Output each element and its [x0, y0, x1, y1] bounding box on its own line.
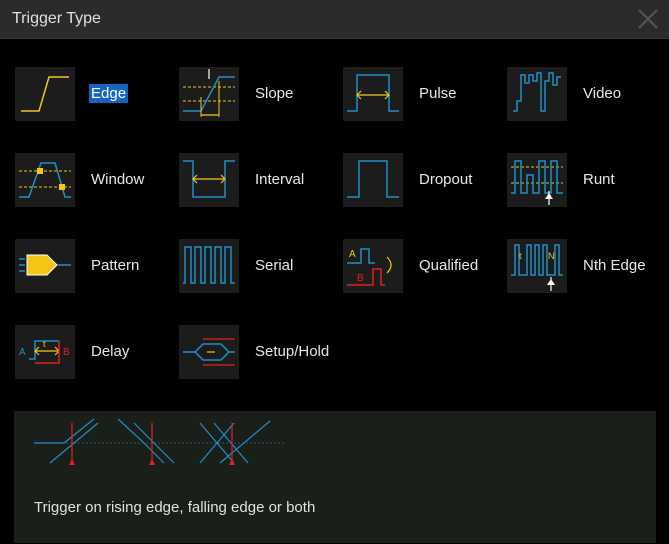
- trigger-option-serial[interactable]: Serial: [179, 239, 339, 293]
- trigger-label: Pulse: [419, 85, 457, 102]
- trigger-label: Nth Edge: [583, 257, 646, 274]
- slope-trigger-icon: [179, 67, 239, 121]
- window-trigger-icon: [15, 153, 75, 207]
- svg-text:A: A: [349, 249, 356, 260]
- trigger-label: Serial: [255, 257, 294, 274]
- trigger-label: Qualified: [419, 257, 479, 274]
- trigger-label: Edge: [89, 84, 129, 103]
- trigger-option-delay[interactable]: A t B Delay: [15, 325, 175, 379]
- edge-trigger-illustration: [34, 418, 284, 465]
- edge-trigger-icon: [15, 67, 75, 121]
- runt-trigger-icon: [507, 153, 567, 207]
- nth-edge-trigger-icon: t N: [507, 239, 567, 293]
- trigger-label: Dropout: [419, 171, 473, 188]
- setup-hold-trigger-icon: [179, 325, 239, 379]
- svg-text:A: A: [19, 347, 26, 358]
- svg-text:N: N: [548, 251, 555, 261]
- trigger-label: Video: [583, 85, 622, 102]
- qualified-trigger-icon: A B: [343, 239, 403, 293]
- description-text: Trigger on rising edge, falling edge or …: [34, 499, 316, 516]
- trigger-label: Delay: [91, 343, 130, 360]
- svg-text:B: B: [357, 273, 364, 284]
- trigger-option-qualified[interactable]: A B Qualified: [343, 239, 503, 293]
- trigger-option-pulse[interactable]: Pulse: [343, 67, 503, 121]
- trigger-label: Pattern: [91, 257, 140, 274]
- trigger-option-interval[interactable]: Interval: [179, 153, 339, 207]
- trigger-option-dropout[interactable]: Dropout: [343, 153, 503, 207]
- svg-text:t: t: [519, 251, 522, 261]
- trigger-option-nth-edge[interactable]: t N Nth Edge: [507, 239, 667, 293]
- serial-trigger-icon: [179, 239, 239, 293]
- svg-text:B: B: [63, 347, 70, 358]
- description-panel: Trigger on rising edge, falling edge or …: [14, 411, 656, 543]
- video-trigger-icon: [507, 67, 567, 121]
- trigger-option-pattern[interactable]: Pattern: [15, 239, 175, 293]
- trigger-option-runt[interactable]: Runt: [507, 153, 667, 207]
- trigger-label: Runt: [583, 171, 615, 188]
- delay-trigger-icon: A t B: [15, 325, 75, 379]
- trigger-label: Interval: [255, 171, 305, 188]
- trigger-option-setup-hold[interactable]: Setup/Hold: [179, 325, 339, 379]
- trigger-option-window[interactable]: Window: [15, 153, 175, 207]
- trigger-option-edge[interactable]: Edge: [15, 67, 175, 121]
- trigger-label: Slope: [255, 85, 294, 102]
- pattern-trigger-icon: [15, 239, 75, 293]
- trigger-label: Window: [91, 171, 145, 188]
- interval-trigger-icon: [179, 153, 239, 207]
- trigger-option-video[interactable]: Video: [507, 67, 667, 121]
- trigger-type-dialog: Trigger Type Edge Slope Pulse Video Wind…: [0, 0, 669, 544]
- dropout-trigger-icon: [343, 153, 403, 207]
- trigger-grid: Edge Slope Pulse Video Window Interval D…: [0, 0, 669, 410]
- trigger-label: Setup/Hold: [255, 343, 330, 360]
- pulse-trigger-icon: [343, 67, 403, 121]
- trigger-option-slope[interactable]: Slope: [179, 67, 339, 121]
